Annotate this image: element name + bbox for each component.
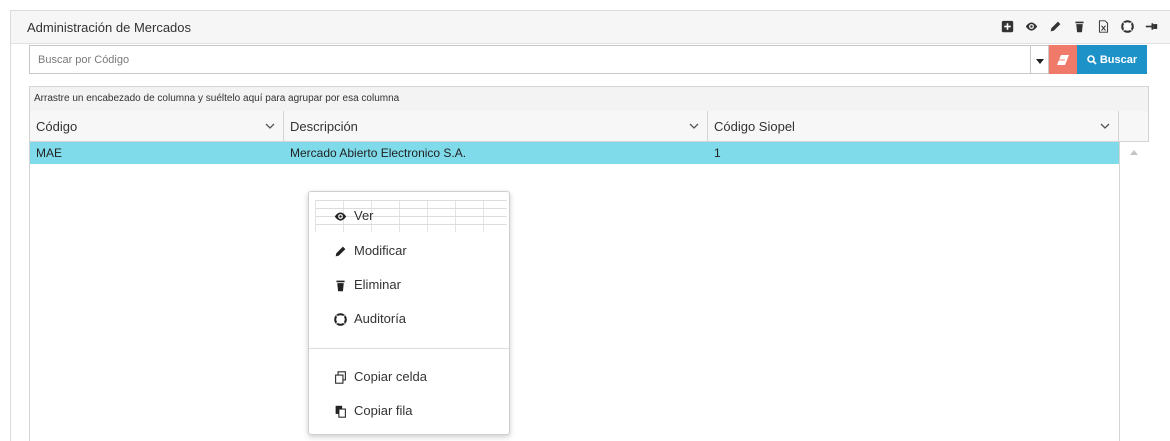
panel-title: Administración de Mercados xyxy=(27,20,192,35)
menu-item-label: Auditoría xyxy=(354,311,407,326)
table-row[interactable]: MAE Mercado Abierto Electronico S.A. 1 xyxy=(30,142,1119,164)
markets-grid: Arrastre un encabezado de columna y suél… xyxy=(29,86,1149,441)
chevron-down-icon[interactable] xyxy=(265,123,275,130)
eye-icon[interactable] xyxy=(1019,17,1043,35)
menu-item-copiar-fila[interactable]: Copiar fila xyxy=(309,397,509,425)
menu-item-auditoria[interactable]: Auditoría xyxy=(309,305,509,333)
menu-item-label: Eliminar xyxy=(354,277,401,292)
panel-header: Administración de Mercados xyxy=(11,11,1170,44)
plus-square-icon[interactable] xyxy=(995,17,1019,35)
group-by-hint: Arrastre un encabezado de columna y suél… xyxy=(34,93,400,104)
group-by-panel[interactable]: Arrastre un encabezado de columna y suél… xyxy=(30,87,1148,112)
trash-icon[interactable] xyxy=(1067,17,1091,35)
scroll-up-arrow-icon[interactable] xyxy=(1130,150,1138,155)
eraser-icon xyxy=(1057,54,1069,65)
search-bar: Buscar xyxy=(29,45,1147,74)
grid-header: Código Descripción Código Siopel xyxy=(30,111,1148,142)
column-header-codigo-siopel[interactable]: Código Siopel xyxy=(708,111,1119,141)
chevron-down-icon[interactable] xyxy=(1100,123,1110,130)
column-header-descripcion[interactable]: Descripción xyxy=(284,111,708,141)
pin-icon[interactable] xyxy=(1139,17,1163,35)
menu-item-label: Copiar celda xyxy=(354,369,427,384)
caret-down-icon xyxy=(1035,59,1044,64)
column-header-label: Descripción xyxy=(290,119,358,134)
panel-toolbar xyxy=(995,17,1163,35)
search-dropdown-button[interactable] xyxy=(1031,45,1049,74)
menu-separator xyxy=(309,348,509,349)
cell-descripcion[interactable]: Mercado Abierto Electronico S.A. xyxy=(284,142,708,164)
menu-item-modificar[interactable]: Modificar xyxy=(309,237,509,265)
copy-cell-icon xyxy=(333,370,347,384)
menu-item-copiar-celda[interactable]: Copiar celda xyxy=(309,363,509,391)
column-header-codigo[interactable]: Código xyxy=(30,111,284,141)
menu-item-eliminar[interactable]: Eliminar xyxy=(309,271,509,299)
excel-icon[interactable] xyxy=(1091,17,1115,35)
cell-codigo[interactable]: MAE xyxy=(30,142,284,164)
column-header-label: Código xyxy=(36,119,78,134)
cell-codigo-siopel[interactable]: 1 xyxy=(708,142,1119,164)
trash-icon xyxy=(333,278,347,292)
search-button[interactable]: Buscar xyxy=(1077,45,1147,74)
search-input[interactable] xyxy=(29,45,1031,74)
lifebuoy-icon xyxy=(333,312,347,326)
lifebuoy-icon[interactable] xyxy=(1115,17,1139,35)
chevron-down-icon[interactable] xyxy=(689,123,699,130)
search-icon xyxy=(1087,54,1097,65)
column-header-label: Código Siopel xyxy=(714,119,795,134)
context-menu: Ver Modificar Eliminar Auditoría Copiar … xyxy=(308,191,510,435)
vertical-scrollbar[interactable] xyxy=(1119,142,1149,441)
clear-search-button[interactable] xyxy=(1049,45,1077,74)
pencil-icon[interactable] xyxy=(1043,17,1067,35)
eye-icon xyxy=(333,209,347,223)
menu-item-label: Modificar xyxy=(354,243,407,258)
copy-row-icon xyxy=(333,404,347,418)
menu-item-label: Copiar fila xyxy=(354,403,413,418)
menu-item-ver[interactable]: Ver xyxy=(309,202,509,230)
menu-item-label: Ver xyxy=(354,208,374,223)
search-button-label: Buscar xyxy=(1099,53,1138,66)
pencil-icon xyxy=(333,244,347,258)
